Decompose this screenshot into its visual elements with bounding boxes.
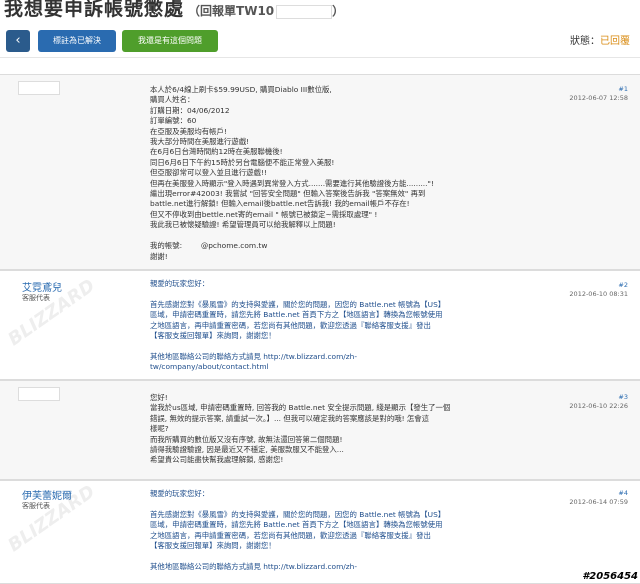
post-date: 2012-06-10 08:31 <box>569 290 628 298</box>
mark-solved-button[interactable]: 標註為已解決 <box>38 30 116 52</box>
post-body: 本人於6/4線上刷卡$59.99USD, 購買Diablo III數位版, 購買… <box>150 85 434 261</box>
post-date: 2012-06-14 07:59 <box>569 498 628 506</box>
redacted-author <box>18 387 60 401</box>
page-title: 我想要申訴帳號懲處 （回報單TW10 ） <box>4 0 344 21</box>
post-1: 本人於6/4線上刷卡$59.99USD, 購買Diablo III數位版, 購買… <box>0 74 640 270</box>
post-body: 您好! 當我於us區域, 申請密碼重置時, 回答我的 Battle.net 安全… <box>150 393 451 465</box>
still-have-problem-button[interactable]: 我還是有這個問題 <box>122 30 218 52</box>
status-value: 已回覆 <box>600 36 630 47</box>
chevron-left-icon: ‹ <box>15 33 21 48</box>
ticket-label-text: （回報單TW10 <box>188 4 275 18</box>
staff-role: 客服代表 <box>22 294 50 302</box>
redacted-author <box>18 81 60 95</box>
post-number[interactable]: #1 <box>569 85 628 94</box>
staff-name: 艾霓鳶兒 <box>22 283 62 294</box>
ticket-label: （回報單TW10 ） <box>188 4 345 19</box>
ticket-label-close: ） <box>332 4 345 18</box>
post-meta: #3 2012-06-10 22:26 <box>569 393 628 411</box>
post-body: 親愛的玩家您好： 首先感謝您對《暴風雪》的支持與愛護，關於您的問題，因您的 Ba… <box>150 279 446 372</box>
post-meta: #4 2012-06-14 07:59 <box>569 489 628 507</box>
post-number[interactable]: #3 <box>569 393 628 402</box>
post-2: BLIZZARD 艾霓鳶兒 客服代表 親愛的玩家您好： 首先感謝您對《暴風雪》的… <box>0 270 640 380</box>
post-4: BLIZZARD 伊芙蕾妮爾 客服代表 親愛的玩家您好： 首先感謝您對《暴風雪》… <box>0 480 640 584</box>
toolbar: ‹ 標註為已解決 我還是有這個問題 狀態：已回覆 <box>0 24 640 58</box>
post-number[interactable]: #4 <box>569 489 628 498</box>
page-title-text: 我想要申訴帳號懲處 <box>4 0 185 20</box>
title-bar: 我想要申訴帳號懲處 （回報單TW10 ） <box>0 0 640 24</box>
post-meta: #2 2012-06-10 08:31 <box>569 281 628 299</box>
post-number[interactable]: #2 <box>569 281 628 290</box>
image-tag: #2056454 <box>582 571 638 582</box>
post-3: 您好! 當我於us區域, 申請密碼重置時, 回答我的 Battle.net 安全… <box>0 380 640 480</box>
status-label: 狀態： <box>570 36 600 47</box>
post-date: 2012-06-10 22:26 <box>569 402 628 410</box>
staff-role: 客服代表 <box>22 502 50 510</box>
back-button[interactable]: ‹ <box>6 30 30 52</box>
redacted-ticket-number <box>276 4 333 19</box>
staff-name: 伊芙蕾妮爾 <box>22 491 72 502</box>
status-indicator: 狀態：已回覆 <box>570 32 630 47</box>
post-meta: #1 2012-06-07 12:58 <box>569 85 628 103</box>
post-body: 親愛的玩家您好： 首先感謝您對《暴風雪》的支持與愛護，關於您的問題，因您的 Ba… <box>150 489 446 571</box>
post-date: 2012-06-07 12:58 <box>569 94 628 102</box>
